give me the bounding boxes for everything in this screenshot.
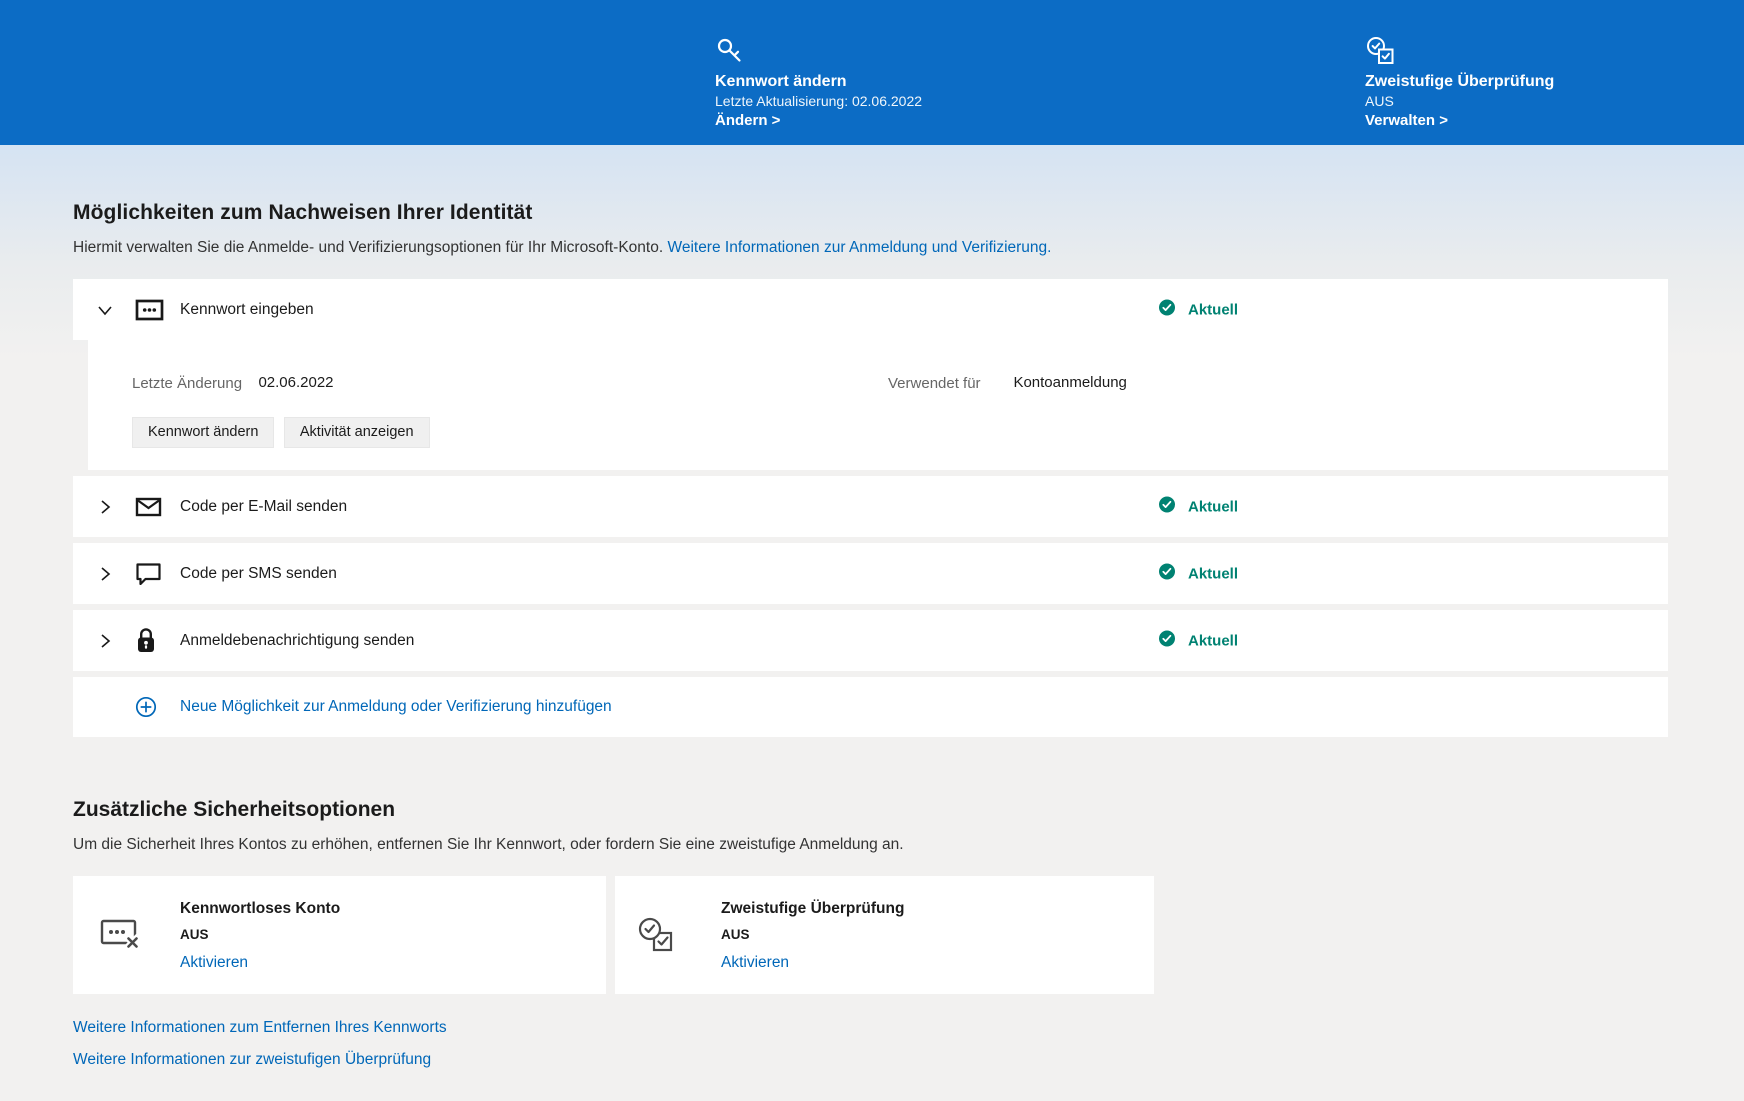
password-details-panel: Letzte Änderung 02.06.2022 Verwendet für… bbox=[88, 340, 1668, 470]
row-sms-status-text: Aktuell bbox=[1188, 565, 1239, 582]
banner-twostep-status: AUS bbox=[1365, 93, 1394, 109]
check-circle-icon bbox=[1158, 298, 1176, 321]
row-sms-status-badge: Aktuell bbox=[1158, 562, 1238, 585]
twostep-card-title: Zweistufige Überprüfung bbox=[721, 900, 905, 917]
row-signin-notification[interactable]: Anmeldebenachrichtigung senden Aktuell bbox=[73, 610, 1668, 671]
twostep-info-link[interactable]: Weitere Informationen zur zweistufigen Ü… bbox=[73, 1051, 431, 1068]
row-signin-status-badge: Aktuell bbox=[1158, 629, 1238, 652]
passwordless-card-title: Kennwortloses Konto bbox=[180, 900, 341, 917]
banner-password-change-link[interactable]: Ändern > bbox=[715, 111, 922, 131]
chevron-down-icon[interactable] bbox=[96, 301, 114, 319]
passwordless-activate-link[interactable]: Aktivieren bbox=[180, 954, 340, 972]
add-signin-method-row[interactable]: Neue Möglichkeit zur Anmeldung oder Veri… bbox=[73, 677, 1668, 737]
two-step-verification-icon bbox=[1365, 36, 1554, 70]
row-email-label: Code per E-Mail senden bbox=[180, 497, 348, 515]
identity-section-description: Hiermit verwalten Sie die Anmelde- und V… bbox=[73, 238, 1675, 258]
chevron-right-icon[interactable] bbox=[96, 632, 114, 650]
passwordless-card-body: Kennwortloses Konto AUS Aktivieren bbox=[180, 900, 340, 972]
row-password-label: Kennwort eingeben bbox=[180, 300, 314, 318]
banner-password-lastupdate: Letzte Aktualisierung: 02.06.2022 bbox=[715, 93, 923, 109]
banner-twostep-feature: Zweistufige Überprüfung AUS Verwalten > bbox=[1365, 36, 1554, 131]
top-banner: Kennwort ändern Letzte Aktualisierung: 0… bbox=[0, 0, 1744, 145]
banner-password-feature: Kennwort ändern Letzte Aktualisierung: 0… bbox=[715, 36, 922, 131]
more-info-links: Weitere Informationen zum Entfernen Ihre… bbox=[73, 1018, 1675, 1069]
row-email-code[interactable]: Code per E-Mail senden Aktuell bbox=[73, 476, 1668, 537]
banner-twostep-title: Zweistufige Überprüfung bbox=[1365, 73, 1555, 90]
row-password[interactable]: Kennwort eingeben Aktuell bbox=[73, 279, 1668, 340]
sms-icon bbox=[135, 560, 165, 588]
security-options-title: Zusätzliche Sicherheitsoptionen bbox=[73, 798, 396, 821]
row-sms-label: Code per SMS senden bbox=[180, 564, 337, 582]
view-activity-button[interactable]: Aktivität anzeigen bbox=[283, 417, 430, 448]
last-change-value: 02.06.2022 bbox=[258, 374, 334, 391]
check-circle-icon bbox=[1158, 495, 1176, 518]
security-settings-page: Kennwort ändern Letzte Aktualisierung: 0… bbox=[0, 0, 1744, 1101]
passwordless-card-status: AUS bbox=[180, 927, 209, 942]
twostep-verification-icon bbox=[637, 916, 679, 961]
identity-description-text: Hiermit verwalten Sie die Anmelde- und V… bbox=[73, 239, 664, 256]
plus-circle-icon bbox=[135, 693, 165, 721]
security-option-cards: Kennwortloses Konto AUS Aktivieren Zweis… bbox=[73, 876, 1675, 994]
remove-password-info-link[interactable]: Weitere Informationen zum Entfernen Ihre… bbox=[73, 1019, 447, 1036]
security-options-description: Um die Sicherheit Ihres Kontos zu erhöhe… bbox=[73, 836, 904, 853]
password-icon bbox=[135, 296, 165, 324]
banner-twostep-manage-link[interactable]: Verwalten > bbox=[1365, 111, 1554, 131]
used-for-value: Kontoanmeldung bbox=[1013, 374, 1127, 391]
check-circle-icon bbox=[1158, 629, 1176, 652]
row-email-status-text: Aktuell bbox=[1188, 498, 1239, 515]
lock-icon bbox=[135, 627, 165, 655]
key-icon bbox=[715, 36, 922, 70]
row-signin-notification-label: Anmeldebenachrichtigung senden bbox=[180, 631, 415, 649]
row-password-status-badge: Aktuell bbox=[1158, 298, 1238, 321]
identity-section-title: Möglichkeiten zum Nachweisen Ihrer Ident… bbox=[73, 201, 533, 224]
used-for-label: Verwendet für bbox=[888, 375, 981, 392]
sign-in-methods-list: Kennwort eingeben Aktuell Letzte Änderun… bbox=[73, 279, 1668, 737]
email-icon bbox=[135, 493, 165, 521]
change-password-button[interactable]: Kennwort ändern bbox=[132, 417, 275, 448]
last-change-label: Letzte Änderung bbox=[132, 375, 243, 392]
add-signin-method-link[interactable]: Neue Möglichkeit zur Anmeldung oder Veri… bbox=[180, 698, 612, 716]
twostep-verification-card: Zweistufige Überprüfung AUS Aktivieren bbox=[615, 876, 1154, 994]
twostep-card-body: Zweistufige Überprüfung AUS Aktivieren bbox=[721, 900, 904, 972]
passwordless-account-card: Kennwortloses Konto AUS Aktivieren bbox=[73, 876, 606, 994]
used-for-field: Verwendet für Kontoanmeldung bbox=[888, 374, 1127, 393]
check-circle-icon bbox=[1158, 562, 1176, 585]
twostep-activate-link[interactable]: Aktivieren bbox=[721, 954, 904, 972]
row-signin-status-text: Aktuell bbox=[1188, 632, 1239, 649]
passwordless-account-icon bbox=[100, 916, 144, 957]
password-actions: Kennwort ändern Aktivität anzeigen bbox=[132, 417, 1668, 448]
row-password-status-text: Aktuell bbox=[1188, 301, 1239, 318]
row-sms-code[interactable]: Code per SMS senden Aktuell bbox=[73, 543, 1668, 604]
row-email-status-badge: Aktuell bbox=[1158, 495, 1238, 518]
main-content: Möglichkeiten zum Nachweisen Ihrer Ident… bbox=[73, 145, 1675, 1082]
banner-password-title: Kennwort ändern bbox=[715, 73, 847, 90]
twostep-card-status: AUS bbox=[721, 927, 750, 942]
chevron-right-icon[interactable] bbox=[96, 565, 114, 583]
chevron-right-icon[interactable] bbox=[96, 498, 114, 516]
identity-learn-more-link[interactable]: Weitere Informationen zur Anmeldung und … bbox=[667, 239, 1051, 256]
